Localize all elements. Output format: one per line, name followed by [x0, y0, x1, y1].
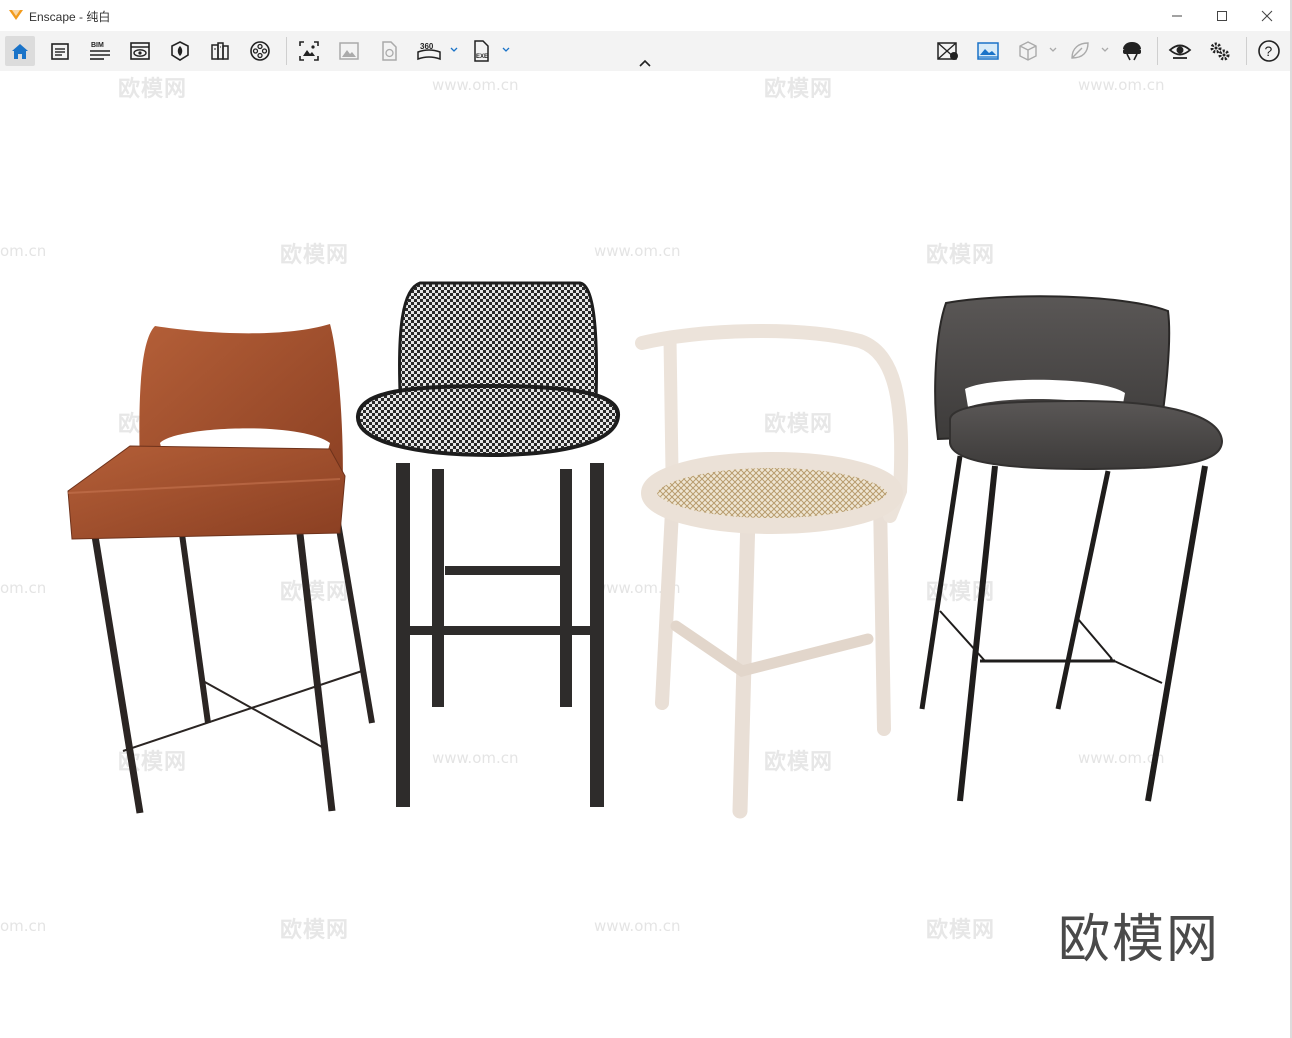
enscape-logo-icon — [9, 10, 23, 20]
live-view-button[interactable] — [1165, 36, 1195, 66]
vr-headset-button[interactable] — [1117, 36, 1147, 66]
close-button[interactable] — [1244, 0, 1290, 31]
visual-settings-button[interactable] — [973, 36, 1003, 66]
help-icon: ? — [1258, 40, 1280, 62]
batch-render-button[interactable] — [334, 36, 364, 66]
minimize-button[interactable] — [1154, 0, 1200, 31]
chevron-down-icon[interactable] — [1100, 45, 1110, 55]
vr-headset-icon — [1123, 42, 1141, 61]
view-management-icon — [130, 42, 150, 60]
white-wood-rattan-chair — [635, 324, 909, 819]
panorama-button[interactable]: 360 — [414, 36, 444, 66]
export-exe-icon: EXE — [474, 40, 489, 62]
panorama-icon: 360 — [417, 42, 441, 61]
chevron-down-icon[interactable] — [449, 45, 459, 55]
minimize-icon — [1172, 15, 1182, 16]
title-bar: Enscape - 纯白 — [0, 0, 1290, 32]
video-editor-button[interactable] — [245, 36, 275, 66]
export-web-icon — [382, 41, 397, 61]
brand-logo-text: 欧模网 — [1058, 910, 1221, 970]
home-button[interactable] — [5, 36, 35, 66]
toolbar-separator — [286, 37, 287, 65]
live-view-eye-icon — [1168, 44, 1192, 59]
view-management-button[interactable] — [125, 36, 155, 66]
sync-views-icon — [937, 42, 958, 60]
settings-button[interactable] — [1205, 36, 1235, 66]
settings-gears-icon — [1210, 42, 1230, 61]
export-web-button[interactable] — [374, 36, 404, 66]
video-editor-icon — [250, 41, 270, 61]
home-icon — [12, 44, 28, 59]
vr-mode-button[interactable] — [1065, 36, 1095, 66]
maximize-button[interactable] — [1199, 0, 1245, 31]
material-editor-icon — [171, 41, 189, 61]
help-button[interactable]: ? — [1254, 36, 1284, 66]
vr-leaf-icon — [1071, 42, 1089, 59]
export-exe-button[interactable]: EXE — [467, 36, 497, 66]
close-icon — [1261, 10, 1273, 21]
material-editor-button[interactable] — [165, 36, 195, 66]
asset-library-button[interactable] — [205, 36, 235, 66]
toolbar-separator — [1157, 37, 1158, 65]
visual-settings-icon — [977, 42, 999, 60]
screenshot-button[interactable] — [294, 36, 324, 66]
bim-button[interactable]: BIM — [85, 36, 115, 66]
svg-text:?: ? — [1265, 43, 1273, 59]
asset-library-icon — [211, 42, 229, 60]
batch-render-icon — [339, 42, 359, 60]
screenshot-icon — [299, 41, 319, 61]
leather-bar-chair — [67, 324, 375, 814]
render-viewport[interactable]: 欧模网 www.om.cn 欧模网 www.om.cn om.cn 欧模网 ww… — [0, 71, 1290, 1038]
orthographic-view-button[interactable] — [1013, 36, 1043, 66]
toolbar-separator — [1246, 37, 1247, 65]
bim-icon: BIM — [90, 42, 110, 60]
notes-icon — [51, 43, 69, 60]
chevron-down-icon[interactable] — [501, 45, 511, 55]
svg-text:BIM: BIM — [91, 42, 104, 49]
chevron-up-icon[interactable] — [638, 58, 652, 68]
chevron-down-icon[interactable] — [1048, 45, 1058, 55]
maximize-icon — [1217, 10, 1227, 21]
svg-text:EXE: EXE — [476, 54, 488, 60]
notes-button[interactable] — [45, 36, 75, 66]
main-toolbar: BIM 360 EXE ? — [0, 31, 1290, 71]
window-title: Enscape - 纯白 — [29, 10, 111, 24]
chairs-render — [67, 281, 1224, 819]
gray-fabric-bar-chair — [919, 295, 1224, 802]
sync-views-button[interactable] — [933, 36, 963, 66]
houndstooth-bar-stool — [355, 281, 620, 807]
orthographic-cube-icon — [1019, 41, 1037, 61]
